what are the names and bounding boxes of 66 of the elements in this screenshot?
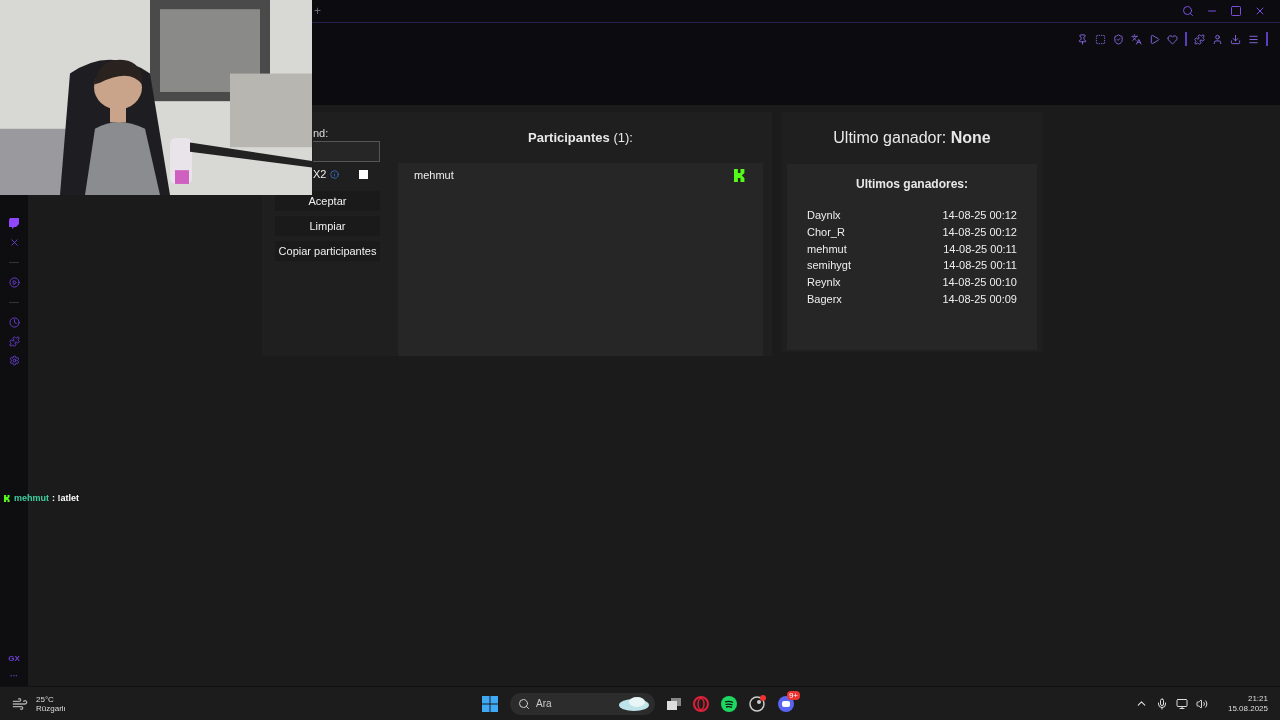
chat-logo-icon[interactable]: [9, 218, 19, 229]
winner-name: Chor_R: [807, 226, 845, 239]
translate-icon[interactable]: [1131, 33, 1142, 45]
windows-logo-icon[interactable]: [482, 695, 498, 712]
winner-name: Bagerx: [807, 292, 842, 305]
weather-icon[interactable]: [12, 695, 28, 712]
input-field[interactable]: [313, 141, 380, 162]
action-button[interactable]: Copiar participantes: [275, 241, 380, 261]
field-label: nd:: [312, 127, 330, 139]
clock-icon[interactable]: [8, 317, 20, 328]
winner-time: 14-08-25 00:11: [943, 259, 1017, 272]
winner-name: Reynlx: [807, 276, 841, 289]
pin-icon[interactable]: [1077, 33, 1088, 45]
extensions-icon[interactable]: [1194, 33, 1205, 45]
sidebar-footer-label: GX: [8, 654, 20, 663]
action-button[interactable]: Limpiar: [275, 216, 380, 236]
search-icon[interactable]: [1182, 5, 1194, 17]
multiplier-checkbox[interactable]: [359, 169, 368, 179]
music-app-icon[interactable]: [721, 695, 737, 712]
maximize-icon[interactable]: [1230, 5, 1242, 17]
chat-username: mehmut: [14, 493, 49, 503]
volume-icon[interactable]: [1195, 697, 1208, 710]
participants-title: Participantes (1):: [528, 129, 633, 145]
winner-time: 14-08-25 00:12: [942, 209, 1017, 222]
menu-icon[interactable]: [1248, 33, 1259, 45]
search-icon: [518, 697, 530, 710]
download-icon[interactable]: [1230, 33, 1241, 45]
weather-label: Rüzgarlı: [36, 703, 66, 713]
profile-icon[interactable]: [1212, 33, 1223, 45]
x-icon[interactable]: [8, 237, 20, 248]
selection-icon[interactable]: [1095, 33, 1106, 45]
multiplier-label: X2: [313, 168, 327, 180]
new-tab-button[interactable]: +: [312, 4, 323, 18]
heart-icon[interactable]: [1167, 33, 1178, 45]
winner-time: 14-08-25 00:11: [943, 242, 1017, 255]
taskbar-search-field[interactable]: Ara: [510, 692, 655, 715]
winner-time: 14-08-25 00:12: [942, 226, 1017, 239]
winner-name: mehmut: [807, 242, 847, 255]
settings-icon[interactable]: [8, 355, 20, 366]
info-icon[interactable]: [330, 169, 340, 179]
task-view-icon[interactable]: [667, 697, 681, 710]
temperature: 25°C: [36, 694, 55, 704]
microphone-icon[interactable]: [1155, 697, 1168, 710]
game-app-icon[interactable]: [749, 695, 766, 712]
close-icon[interactable]: [1254, 5, 1266, 17]
winner-name: semihygt: [807, 259, 852, 272]
participant-name: mehmut: [414, 169, 454, 182]
platform-icon: [4, 494, 11, 502]
display-icon[interactable]: [1175, 697, 1188, 710]
widget-icon[interactable]: [617, 695, 651, 712]
last-winner-title: Ultimo ganador: None: [833, 129, 991, 147]
clock-time[interactable]: 21:21: [1247, 694, 1268, 703]
browser-app-icon[interactable]: [693, 695, 709, 712]
winner-time: 14-08-25 00:09: [942, 292, 1017, 305]
chat-message: : !atlet: [52, 493, 79, 503]
action-button[interactable]: Aceptar: [275, 191, 380, 211]
winners-title: Ultimos ganadores:: [855, 177, 969, 191]
platform-icon: [734, 168, 747, 182]
notification-badge: 9+: [786, 690, 800, 700]
winner-name: Daynlx: [807, 209, 841, 222]
winner-time: 14-08-25 00:10: [942, 276, 1017, 289]
play-icon[interactable]: [1149, 33, 1160, 45]
shield-icon[interactable]: [1113, 33, 1124, 45]
extensions-icon[interactable]: [8, 336, 20, 347]
play-circle-icon[interactable]: [8, 277, 20, 288]
clock-date[interactable]: 15.08.2025: [1227, 704, 1268, 713]
